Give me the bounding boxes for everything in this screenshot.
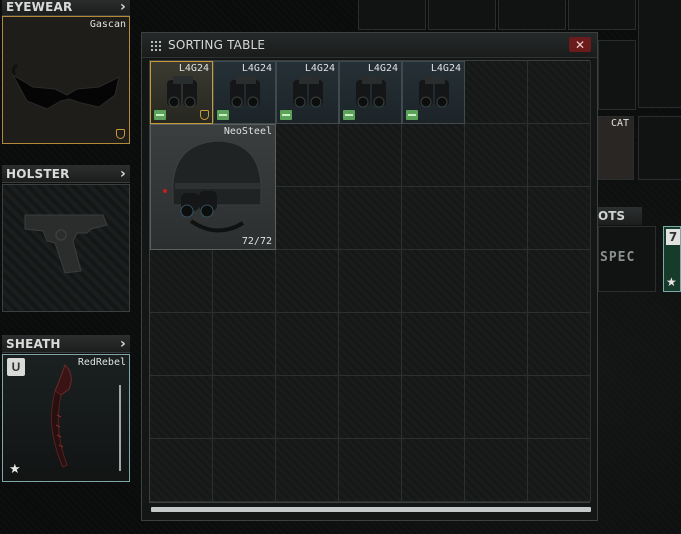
window-title-bar[interactable]: SORTING TABLE ✕ bbox=[142, 33, 597, 58]
helmet-icon bbox=[163, 140, 262, 233]
star-icon: ★ bbox=[9, 462, 21, 477]
durability-label: 72/72 bbox=[241, 236, 272, 247]
holster-slot-header[interactable]: HOLSTER › bbox=[2, 165, 130, 183]
grid-cell[interactable] bbox=[339, 124, 402, 187]
close-icon: ✕ bbox=[574, 37, 586, 52]
bg-cell bbox=[498, 0, 566, 30]
battery-icon bbox=[217, 110, 229, 120]
grid-cell[interactable] bbox=[402, 439, 465, 502]
grid-cell[interactable] bbox=[528, 250, 591, 313]
window-title: SORTING TABLE bbox=[168, 38, 266, 52]
bg-cell bbox=[428, 0, 496, 30]
grid-cell[interactable] bbox=[276, 187, 339, 250]
sheath-scroll-indicator bbox=[119, 385, 121, 471]
nvg-item[interactable]: L4G24 bbox=[150, 61, 213, 124]
grid-cell[interactable] bbox=[339, 313, 402, 376]
grid-cell[interactable] bbox=[276, 313, 339, 376]
grid-cell[interactable] bbox=[276, 124, 339, 187]
grid-cell[interactable] bbox=[402, 250, 465, 313]
eyewear-label: EYEWEAR bbox=[6, 0, 73, 14]
sheath-label: SHEATH bbox=[6, 336, 61, 351]
shield-icon bbox=[116, 129, 125, 139]
grid-cell[interactable] bbox=[465, 376, 528, 439]
nvg-item[interactable]: L4G24 bbox=[402, 61, 465, 124]
grid-cell[interactable] bbox=[465, 250, 528, 313]
spec-item-label: SPEC bbox=[600, 250, 636, 265]
pistol-silhouette-icon bbox=[24, 214, 108, 274]
grid-cell[interactable] bbox=[339, 187, 402, 250]
eyewear-slot[interactable]: Gascan bbox=[2, 16, 130, 144]
chevron-right-icon[interactable]: › bbox=[120, 166, 126, 182]
grid-cell[interactable] bbox=[528, 124, 591, 187]
bg-cell bbox=[358, 0, 426, 30]
grid-cell[interactable] bbox=[465, 61, 528, 124]
holster-slot[interactable] bbox=[2, 184, 130, 312]
grid-cell[interactable] bbox=[528, 313, 591, 376]
battery-icon bbox=[406, 110, 418, 120]
cat-item-label: CAT bbox=[611, 118, 630, 129]
sorting-table-window[interactable]: SORTING TABLE ✕ L4G24 L4G24 L4G24 L4G24 … bbox=[141, 32, 598, 521]
grid-cell[interactable] bbox=[528, 187, 591, 250]
knife-icon bbox=[50, 364, 72, 468]
grid-cell[interactable] bbox=[213, 313, 276, 376]
sunglasses-icon bbox=[11, 63, 120, 110]
grid-cell[interactable] bbox=[528, 439, 591, 502]
close-button[interactable]: ✕ bbox=[569, 37, 591, 52]
holster-label: HOLSTER bbox=[6, 166, 70, 181]
nvg-item[interactable]: L4G24 bbox=[339, 61, 402, 124]
grid-cell[interactable] bbox=[528, 61, 591, 124]
chevron-right-icon[interactable]: › bbox=[120, 336, 126, 352]
eyewear-slot-header[interactable]: EYEWEAR › bbox=[2, 0, 130, 16]
grid-cell[interactable] bbox=[402, 187, 465, 250]
chevron-right-icon[interactable]: › bbox=[120, 0, 126, 15]
grid-cell[interactable] bbox=[339, 250, 402, 313]
battery-icon bbox=[154, 110, 166, 120]
grid-cell[interactable] bbox=[150, 439, 213, 502]
grid-cell[interactable] bbox=[213, 250, 276, 313]
bg-cell bbox=[638, 0, 681, 108]
grid-cell[interactable] bbox=[150, 250, 213, 313]
nvg-item[interactable]: L4G24 bbox=[213, 61, 276, 124]
bg-cell bbox=[638, 116, 681, 180]
horizontal-scrollbar[interactable] bbox=[151, 507, 591, 512]
grid-cell[interactable] bbox=[465, 187, 528, 250]
grid-cell[interactable] bbox=[402, 376, 465, 439]
grid-cell[interactable] bbox=[339, 376, 402, 439]
nvg-item[interactable]: L4G24 bbox=[276, 61, 339, 124]
grid-cell[interactable] bbox=[528, 376, 591, 439]
grid-cell[interactable] bbox=[276, 376, 339, 439]
grid-cell[interactable] bbox=[213, 439, 276, 502]
sheath-slot-header[interactable]: SHEATH › bbox=[2, 335, 130, 353]
pocket-item-card[interactable]: 7 ★ bbox=[663, 226, 681, 292]
grid-cell[interactable] bbox=[402, 124, 465, 187]
grid-cell[interactable] bbox=[339, 439, 402, 502]
pockets-header: OTS bbox=[596, 207, 642, 225]
item-count-badge: 7 bbox=[666, 229, 680, 245]
grid-cell[interactable] bbox=[465, 313, 528, 376]
battery-icon bbox=[280, 110, 292, 120]
grid-cell[interactable] bbox=[276, 439, 339, 502]
star-icon: ★ bbox=[666, 275, 677, 289]
grid-cell[interactable] bbox=[150, 376, 213, 439]
battery-icon bbox=[343, 110, 355, 120]
grid-cell[interactable] bbox=[150, 313, 213, 376]
sheath-slot[interactable]: U RedRebel ★ bbox=[2, 354, 130, 482]
grid-cell[interactable] bbox=[402, 313, 465, 376]
grid-cell[interactable] bbox=[465, 439, 528, 502]
grip-icon[interactable] bbox=[150, 40, 162, 51]
shield-icon bbox=[200, 110, 209, 120]
bg-cell bbox=[598, 40, 636, 110]
helmet-item[interactable]: NeoSteel 72/72 bbox=[150, 124, 276, 250]
grid-cell[interactable] bbox=[213, 376, 276, 439]
grid-cell[interactable] bbox=[465, 124, 528, 187]
grid-cell[interactable] bbox=[276, 250, 339, 313]
bg-cell bbox=[568, 0, 636, 30]
